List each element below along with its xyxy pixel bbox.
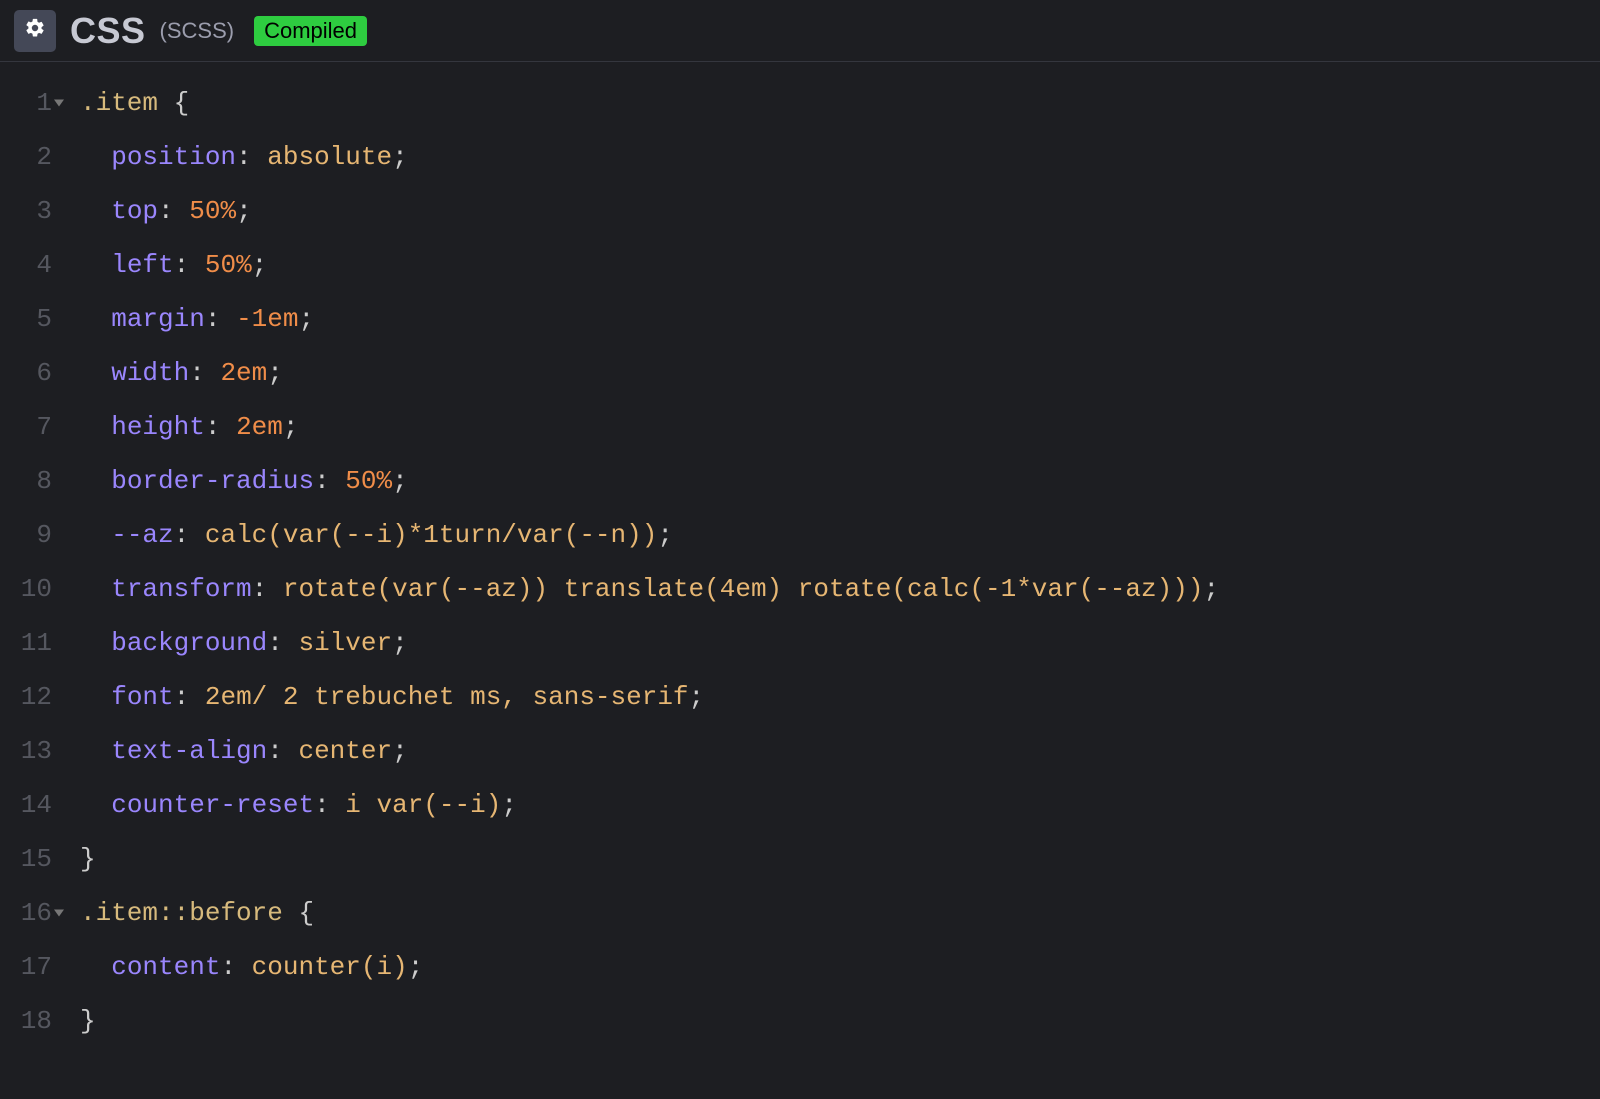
code-editor[interactable]: 1 .item { 2 position: absolute; 3 top: 5… <box>0 62 1600 1048</box>
property: --az <box>111 520 173 550</box>
code-line[interactable]: 9 --az: calc(var(--i)*1turn/var(--n)); <box>0 508 1600 562</box>
property: background <box>111 628 267 658</box>
code-line[interactable]: 7 height: 2em; <box>0 400 1600 454</box>
property: transform <box>111 574 251 604</box>
selector: .item <box>80 88 158 118</box>
value: calc(var(--i)*1turn/var(--n)) <box>205 520 657 550</box>
property: text-align <box>111 736 267 766</box>
value: -1em <box>236 304 298 334</box>
value: 2em <box>236 412 283 442</box>
selector: .item::before <box>80 898 283 928</box>
line-number: 9 <box>0 508 62 562</box>
code-line[interactable]: 18 } <box>0 994 1600 1048</box>
code-line[interactable]: 10 transform: rotate(var(--az)) translat… <box>0 562 1600 616</box>
code-line[interactable]: 1 .item { <box>0 76 1600 130</box>
line-number: 6 <box>0 346 62 400</box>
property: margin <box>111 304 205 334</box>
code-line[interactable]: 3 top: 50%; <box>0 184 1600 238</box>
property: font <box>111 682 173 712</box>
code-line[interactable]: 15 } <box>0 832 1600 886</box>
line-number: 15 <box>0 832 62 886</box>
property: position <box>111 142 236 172</box>
value: rotate(var(--az)) translate(4em) rotate(… <box>283 574 1204 604</box>
line-number: 8 <box>0 454 62 508</box>
fold-icon[interactable] <box>54 100 64 107</box>
close-brace: } <box>80 1006 96 1036</box>
line-number: 14 <box>0 778 62 832</box>
panel-title: CSS <box>70 10 146 52</box>
property: width <box>111 358 189 388</box>
line-number: 16 <box>0 886 62 940</box>
property: top <box>111 196 158 226</box>
code-line[interactable]: 2 position: absolute; <box>0 130 1600 184</box>
code-line[interactable]: 16 .item::before { <box>0 886 1600 940</box>
line-number: 10 <box>0 562 62 616</box>
line-number: 7 <box>0 400 62 454</box>
line-number: 2 <box>0 130 62 184</box>
value: 50% <box>189 196 236 226</box>
value: absolute <box>267 142 392 172</box>
line-number: 18 <box>0 994 62 1048</box>
preprocessor-label: (SCSS) <box>160 18 235 44</box>
property: counter-reset <box>111 790 314 820</box>
value: 2em/ 2 trebuchet ms, sans-serif <box>205 682 689 712</box>
gear-icon <box>24 17 46 44</box>
compiled-badge[interactable]: Compiled <box>254 16 367 46</box>
line-number: 1 <box>0 76 62 130</box>
line-number: 3 <box>0 184 62 238</box>
code-line[interactable]: 13 text-align: center; <box>0 724 1600 778</box>
value: 50% <box>205 250 252 280</box>
code-line[interactable]: 11 background: silver; <box>0 616 1600 670</box>
property: left <box>111 250 173 280</box>
code-line[interactable]: 12 font: 2em/ 2 trebuchet ms, sans-serif… <box>0 670 1600 724</box>
value: 50% <box>345 466 392 496</box>
fold-icon[interactable] <box>54 910 64 917</box>
code-line[interactable]: 6 width: 2em; <box>0 346 1600 400</box>
property: height <box>111 412 205 442</box>
line-number: 17 <box>0 940 62 994</box>
property: border-radius <box>111 466 314 496</box>
value: i var(--i) <box>345 790 501 820</box>
property: content <box>111 952 220 982</box>
line-number: 4 <box>0 238 62 292</box>
close-brace: } <box>80 844 96 874</box>
value: 2em <box>220 358 267 388</box>
code-line[interactable]: 5 margin: -1em; <box>0 292 1600 346</box>
line-number: 11 <box>0 616 62 670</box>
line-number: 12 <box>0 670 62 724</box>
code-line[interactable]: 14 counter-reset: i var(--i); <box>0 778 1600 832</box>
value: center <box>298 736 392 766</box>
settings-button[interactable] <box>14 10 56 52</box>
code-line[interactable]: 8 border-radius: 50%; <box>0 454 1600 508</box>
editor-header: CSS (SCSS) Compiled <box>0 0 1600 62</box>
value: silver <box>298 628 392 658</box>
code-line[interactable]: 4 left: 50%; <box>0 238 1600 292</box>
value: counter(i) <box>252 952 408 982</box>
line-number: 13 <box>0 724 62 778</box>
line-number: 5 <box>0 292 62 346</box>
code-line[interactable]: 17 content: counter(i); <box>0 940 1600 994</box>
